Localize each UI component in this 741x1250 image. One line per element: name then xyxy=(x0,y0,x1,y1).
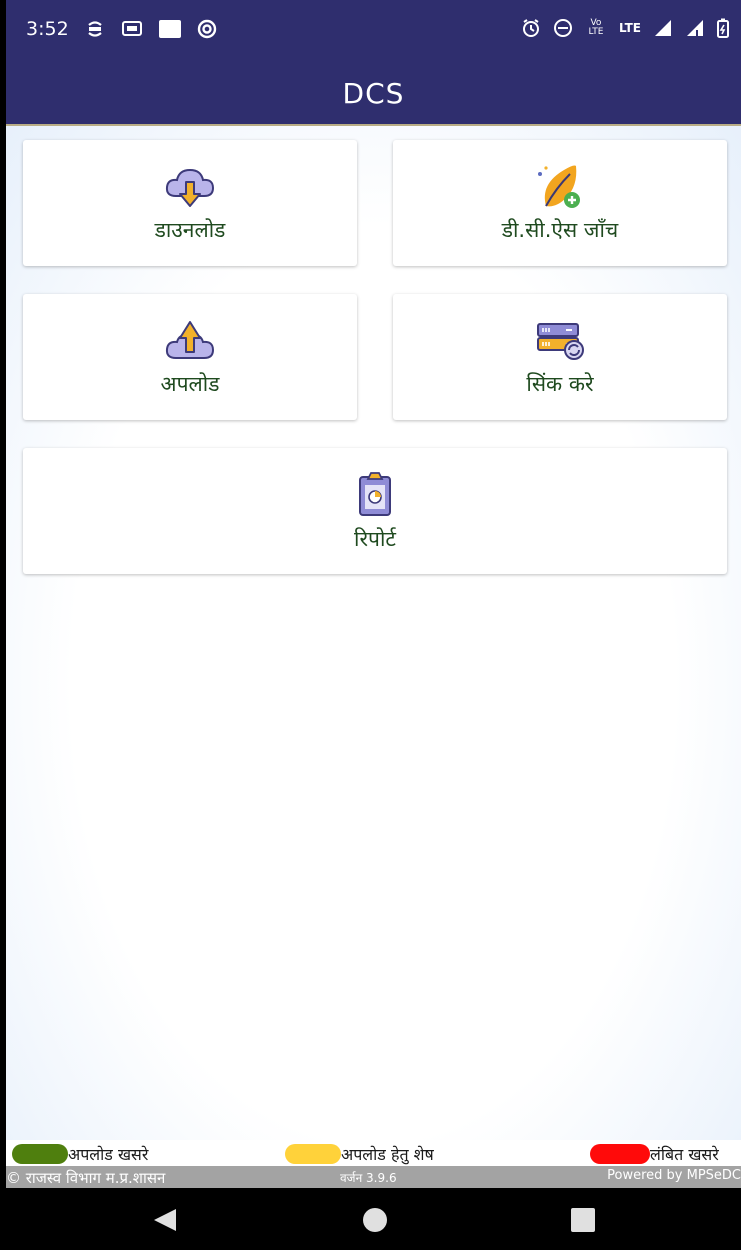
legend-pending-upload-swatch xyxy=(285,1144,341,1164)
sync-icon xyxy=(87,21,102,37)
version-text: वर्जन 3.9.6 xyxy=(340,1171,397,1185)
legend: अपलोड खसरे अपलोड हेतु शेष लंबित खसरे xyxy=(6,1140,741,1166)
lte-signal-icon xyxy=(655,20,671,36)
signal-icon xyxy=(687,20,703,36)
legend-pending-upload-label: अपलोड हेतु शेष xyxy=(341,1145,434,1164)
legend-pending-upload: अपलोड हेतु शेष xyxy=(285,1143,434,1165)
download-tile[interactable]: डाउनलोड xyxy=(23,140,357,266)
upload-tile[interactable]: अपलोड xyxy=(23,294,357,420)
leaf-check-icon xyxy=(538,165,580,208)
status-bar: 3:52 Vo LTE LTE xyxy=(6,0,741,62)
legend-uploaded-label: अपलोड खसरे xyxy=(68,1145,149,1164)
square-icon xyxy=(158,20,181,38)
app-bar: DCS xyxy=(6,62,741,126)
legend-pending-label: लंबित खसरे xyxy=(650,1145,719,1164)
status-bar-right: Vo LTE LTE xyxy=(521,18,729,38)
report-label: रिपोर्ट xyxy=(354,527,396,551)
page-title: DCS xyxy=(342,76,405,110)
legend-pending: लंबित खसरे xyxy=(590,1143,719,1165)
legend-uploaded-swatch xyxy=(12,1144,68,1164)
dcs-check-tile[interactable]: डी.सी.ऐस जाँच xyxy=(393,140,727,266)
legend-uploaded: अपलोड खसरे xyxy=(12,1143,148,1165)
dnd-icon xyxy=(553,19,572,37)
copyright-text: © राजस्व विभाग म.प्र.शासन xyxy=(6,1169,166,1187)
sync-tile[interactable]: सिंक करे xyxy=(393,294,727,420)
volte-icon: Vo LTE xyxy=(588,18,604,37)
app-screen: 3:52 Vo LTE LTE DCS डाउनलोड डी.सी.ऐस जाँ… xyxy=(6,0,741,1250)
alarm-icon xyxy=(522,19,539,37)
system-nav-bar xyxy=(6,1188,741,1250)
cloud-download-icon xyxy=(165,168,215,207)
back-icon[interactable] xyxy=(152,1208,178,1232)
legend-pending-swatch xyxy=(590,1144,650,1164)
sync-label: सिंक करे xyxy=(526,372,594,396)
status-bar-left: 3:52 xyxy=(26,18,217,40)
status-time: 3:52 xyxy=(26,18,69,40)
report-tile[interactable]: रिपोर्ट xyxy=(23,448,727,574)
main-content: डाउनलोड डी.सी.ऐस जाँच अपलोड सिंक करे रिप… xyxy=(6,126,741,1140)
clipboard-chart-icon xyxy=(359,472,391,516)
home-icon[interactable] xyxy=(362,1208,388,1232)
cloud-upload-icon xyxy=(165,321,215,359)
battery-icon xyxy=(717,18,729,38)
upload-label: अपलोड xyxy=(160,372,220,396)
footer: © राजस्व विभाग म.प्र.शासन वर्जन 3.9.6 Po… xyxy=(6,1166,741,1188)
lte-label: LTE xyxy=(618,21,641,35)
powered-by-text: Powered by MPSeDC xyxy=(607,1168,741,1183)
swirl-icon xyxy=(197,19,216,39)
server-sync-icon xyxy=(537,323,584,360)
recents-icon[interactable] xyxy=(570,1208,596,1232)
dcs-check-label: डी.सी.ऐस जाँच xyxy=(501,218,619,242)
download-label: डाउनलोड xyxy=(154,218,226,242)
cast-icon xyxy=(121,21,142,36)
